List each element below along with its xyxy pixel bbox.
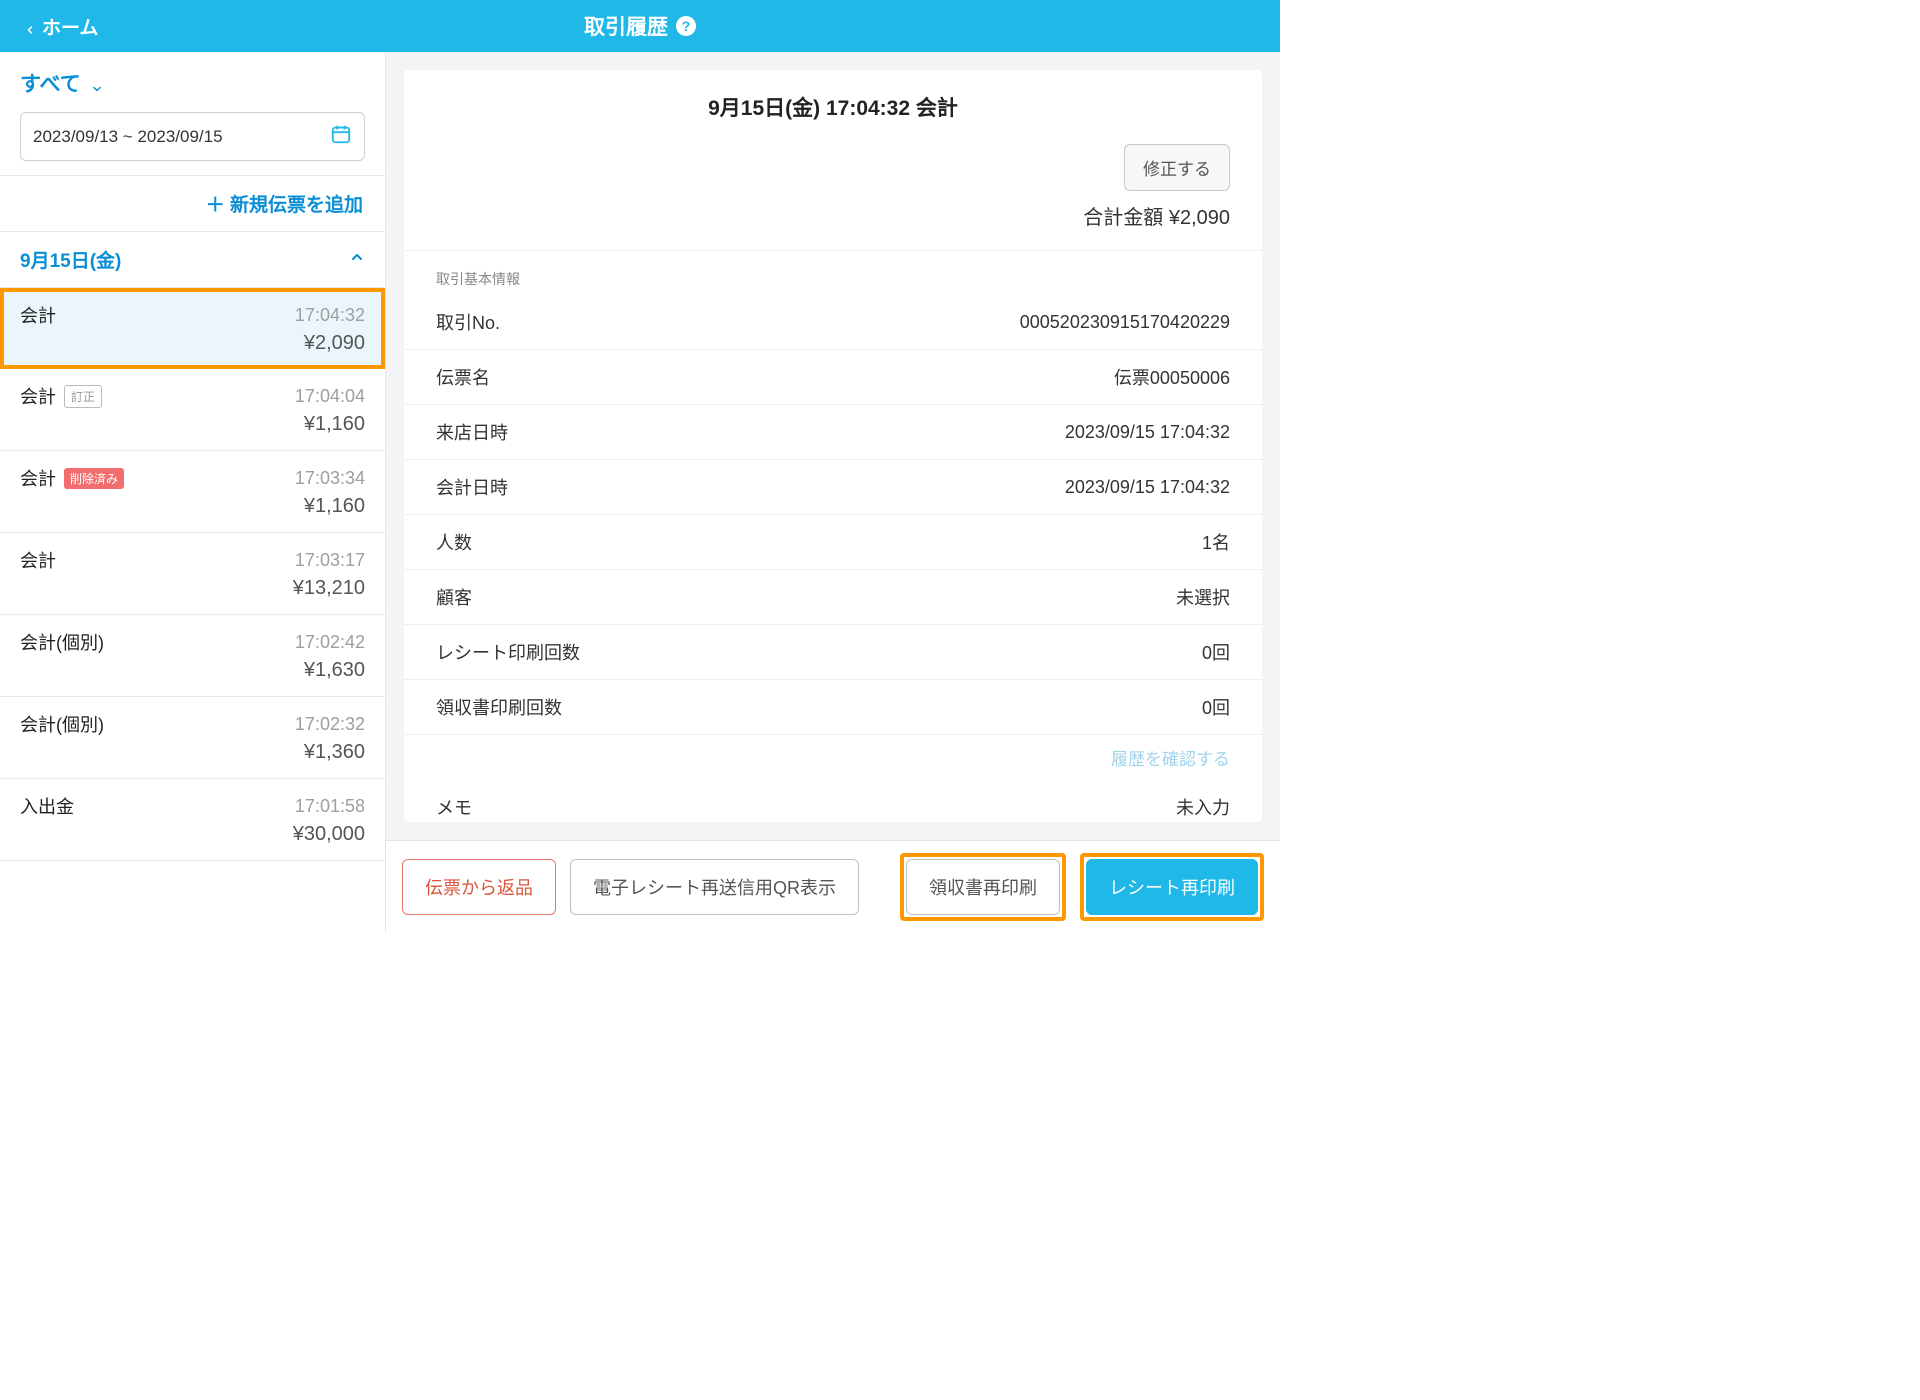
app-header: ホーム 取引履歴 ? xyxy=(0,0,1280,52)
transaction-type: 会計 xyxy=(20,547,56,573)
info-label: 領収書印刷回数 xyxy=(436,694,562,720)
date-range-text: 2023/09/13 ~ 2023/09/15 xyxy=(33,127,223,147)
transaction-amount: ¥13,210 xyxy=(20,577,365,600)
transaction-row[interactable]: 会計(個別) 17:02:32 ¥1,360 xyxy=(0,697,385,779)
scope-dropdown[interactable]: すべて xyxy=(20,68,103,98)
info-row: 来店日時 2023/09/15 17:04:32 xyxy=(404,405,1262,460)
transaction-type: 会計(個別) xyxy=(20,711,104,737)
info-label: 顧客 xyxy=(436,584,472,610)
info-value: 伝票00050006 xyxy=(1114,364,1230,390)
info-row: 顧客 未選択 xyxy=(404,570,1262,625)
add-slip-button[interactable]: ＋ 新規伝票を追加 xyxy=(0,175,385,232)
info-label: 来店日時 xyxy=(436,419,508,445)
info-row: 取引No. 00052023​0915​1704​20229 xyxy=(404,295,1262,350)
title-text: 取引履歴 xyxy=(584,11,668,41)
info-label: 会計日時 xyxy=(436,474,508,500)
transaction-time: 17:04:32 xyxy=(295,305,365,326)
scope-label: すべて xyxy=(20,68,81,98)
sidebar: すべて 2023/09/13 ~ 2023/09/15 ＋ 新規伝票を追加 9月… xyxy=(0,52,386,933)
total-amount: 合計金額 ¥2,090 xyxy=(404,201,1262,251)
info-value: 未選択 xyxy=(1176,584,1230,610)
transaction-time: 17:02:32 xyxy=(295,714,365,735)
transaction-type: 会計 xyxy=(20,302,56,328)
transaction-row[interactable]: 会計 17:03:17 ¥13,210 xyxy=(0,533,385,615)
chevron-left-icon xyxy=(24,20,36,32)
info-label: 人数 xyxy=(436,529,472,555)
info-row: レシート印刷回数 0回 xyxy=(404,625,1262,680)
info-row: 伝票名 伝票00050006 xyxy=(404,350,1262,405)
transaction-time: 17:03:17 xyxy=(295,550,365,571)
transaction-amount: ¥1,360 xyxy=(20,741,365,764)
transaction-time: 17:04:04 xyxy=(295,386,365,407)
memo-value: 未入力 xyxy=(1176,794,1230,820)
transaction-time: 17:02:42 xyxy=(295,632,365,653)
info-value: 2023/09/15 17:04:32 xyxy=(1065,477,1230,498)
transaction-row[interactable]: 入出金 17:01:58 ¥30,000 xyxy=(0,779,385,861)
home-label: ホーム xyxy=(42,13,98,40)
info-label: レシート印刷回数 xyxy=(436,639,580,665)
detail-panel: 9月15日(金) 17:04:32 会計 修正する 合計金額 ¥2,090 取引… xyxy=(386,52,1280,933)
chevron-up-icon xyxy=(349,249,365,271)
transaction-time: 17:03:34 xyxy=(295,468,365,489)
transaction-row[interactable]: 会計(個別) 17:02:42 ¥1,630 xyxy=(0,615,385,697)
add-slip-label: ＋ 新規伝票を追加 xyxy=(206,195,363,216)
info-label: 伝票名 xyxy=(436,364,490,390)
transaction-amount: ¥2,090 xyxy=(20,332,365,355)
info-row: 会計日時 2023/09/15 17:04:32 xyxy=(404,460,1262,515)
transaction-amount: ¥1,160 xyxy=(20,413,365,436)
transaction-type: 会計(個別) xyxy=(20,629,104,655)
status-badge: 訂正 xyxy=(64,385,102,408)
info-row: 人数 1名 xyxy=(404,515,1262,570)
info-value: 2023/09/15 17:04:32 xyxy=(1065,422,1230,443)
edit-button[interactable]: 修正する xyxy=(1124,144,1230,191)
return-from-slip-button[interactable]: 伝票から返品 xyxy=(402,859,556,915)
detail-footer: 伝票から返品 電子レシート再送信用QR表示 領収書再印刷 レシート再印刷 xyxy=(386,840,1280,933)
info-row: 領収書印刷回数 0回 xyxy=(404,680,1262,735)
info-value: 1名 xyxy=(1202,529,1230,555)
info-label: 取引No. xyxy=(436,309,500,335)
transaction-time: 17:01:58 xyxy=(295,796,365,817)
detail-title: 9月15日(金) 17:04:32 会計 xyxy=(404,92,1262,122)
transaction-row[interactable]: 会計 17:04:32 ¥2,090 xyxy=(0,288,385,369)
transaction-amount: ¥1,160 xyxy=(20,495,365,518)
date-section-header[interactable]: 9月15日(金) xyxy=(0,232,385,288)
transaction-amount: ¥30,000 xyxy=(20,823,365,846)
qr-resend-button[interactable]: 電子レシート再送信用QR表示 xyxy=(570,859,859,915)
transaction-list: 会計17:04:32¥2,090会計訂正17:04:04¥1,160会計削除済み… xyxy=(0,288,385,933)
info-value: 00052023​0915​1704​20229 xyxy=(1020,312,1230,333)
memo-row: メモ 未入力 xyxy=(404,780,1262,822)
info-value: 0回 xyxy=(1202,639,1230,665)
info-section-title: 取引基本情報 xyxy=(404,251,1262,295)
transaction-type: 入出金 xyxy=(20,793,74,819)
chevron-down-icon xyxy=(91,77,103,89)
info-value: 0回 xyxy=(1202,694,1230,720)
help-icon[interactable]: ? xyxy=(676,16,696,36)
calendar-icon xyxy=(330,123,352,150)
status-badge: 削除済み xyxy=(64,468,124,489)
transaction-row[interactable]: 会計削除済み 17:03:34 ¥1,160 xyxy=(0,451,385,533)
page-title: 取引履歴 ? xyxy=(584,11,696,41)
reprint-receipt-button[interactable]: 領収書再印刷 xyxy=(906,859,1060,915)
transaction-amount: ¥1,630 xyxy=(20,659,365,682)
transaction-type: 会計訂正 xyxy=(20,383,102,409)
date-section-label: 9月15日(金) xyxy=(20,246,121,273)
reprint-slip-button[interactable]: レシート再印刷 xyxy=(1086,859,1258,915)
date-range-input[interactable]: 2023/09/13 ~ 2023/09/15 xyxy=(20,112,365,161)
transaction-row[interactable]: 会計訂正 17:04:04 ¥1,160 xyxy=(0,369,385,451)
transaction-type: 会計削除済み xyxy=(20,465,124,491)
back-home-button[interactable]: ホーム xyxy=(24,13,98,40)
history-link[interactable]: 履歴を確認する xyxy=(404,735,1262,780)
memo-label: メモ xyxy=(436,794,472,820)
